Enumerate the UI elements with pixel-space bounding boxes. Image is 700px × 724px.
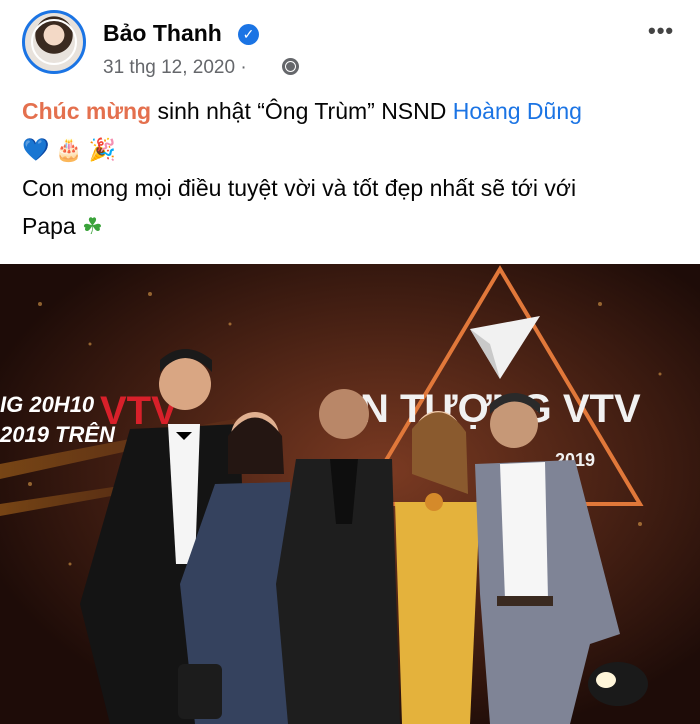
post-line-1: Chúc mừng sinh nhật “Ông Trùm” NSND Hoàn… [22,92,682,130]
post-timestamp[interactable]: 31 thg 12, 2020 · [103,57,247,79]
post-text: Chúc mừng sinh nhật “Ông Trùm” NSND Hoàn… [22,92,682,245]
author-avatar[interactable] [22,10,86,74]
post-text-part: Papa [22,213,76,239]
post-text-part: sinh nhật “Ông Trùm” NSND [151,98,453,124]
post-header: Bảo Thanh ✓ 31 thg 12, 2020 · ••• [0,0,700,95]
globe-icon [282,58,299,75]
photo-illustration: IG 20H10 2019 TRÊN VTV N TƯỢNG VTV 2019 [0,264,700,724]
party-popper-icon: 🎉 [88,137,117,162]
post-line-3: Con mong mọi điều tuyệt vời và tốt đẹp n… [22,175,577,201]
post-line-4: Papa ☘ [22,207,682,245]
banner-left-1: IG 20H10 [0,392,95,417]
highlight-text: Chúc mừng [22,98,152,124]
birthday-cake-icon: 🎂 [55,137,83,162]
more-options-icon[interactable]: ••• [648,18,674,44]
verified-badge-icon: ✓ [238,24,259,45]
mention-link[interactable]: Hoàng Dũng [453,98,582,124]
post-photo[interactable]: IG 20H10 2019 TRÊN VTV N TƯỢNG VTV 2019 [0,264,700,724]
emoji-line: 💙 🎂 🎉 [22,130,682,169]
author-name[interactable]: Bảo Thanh [103,20,222,47]
blue-heart-icon: 💙 [22,137,50,162]
banner-left-2: 2019 TRÊN [0,422,116,447]
shamrock-icon: ☘ [82,213,103,239]
